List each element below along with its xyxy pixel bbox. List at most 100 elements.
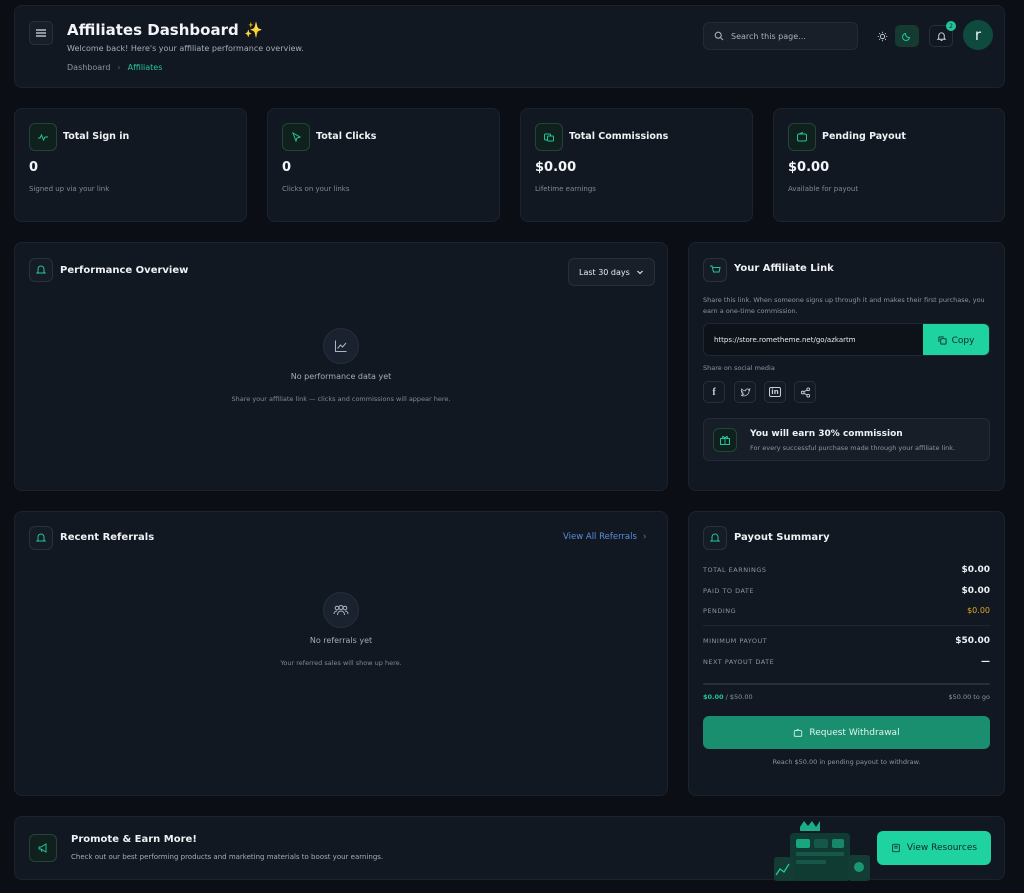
avatar[interactable]: r bbox=[963, 20, 993, 50]
payout-value: $50.00 bbox=[955, 636, 990, 646]
stat-title: Total Sign in bbox=[63, 131, 130, 142]
divider bbox=[703, 625, 990, 626]
coins-icon bbox=[535, 123, 563, 151]
breadcrumb: Dashboard › Affiliates bbox=[67, 63, 162, 72]
payout-value: — bbox=[981, 657, 990, 667]
payout-card: Payout Summary TOTAL EARNINGS $0.00 PAID… bbox=[688, 511, 1005, 796]
stat-subtitle: Signed up via your link bbox=[29, 185, 110, 193]
book-icon bbox=[892, 843, 900, 853]
chevron-right-icon: › bbox=[117, 63, 121, 72]
commission-title: You will earn 30% commission bbox=[750, 429, 903, 439]
users-icon bbox=[323, 592, 359, 628]
light-mode-button[interactable] bbox=[870, 25, 894, 47]
menu-icon bbox=[36, 29, 46, 37]
stat-title: Total Clicks bbox=[316, 131, 377, 142]
share-label: Share on social media bbox=[703, 364, 775, 372]
stat-subtitle: Lifetime earnings bbox=[535, 185, 596, 193]
stat-title: Pending Payout bbox=[822, 131, 906, 142]
sun-icon bbox=[877, 31, 887, 41]
megaphone-icon bbox=[29, 834, 57, 862]
pointer-icon bbox=[282, 123, 310, 151]
commission-subtitle: For every successful purchase made throu… bbox=[750, 444, 956, 452]
withdraw-label: Request Withdrawal bbox=[809, 727, 900, 738]
page-title: Affiliates Dashboard ✨ bbox=[67, 21, 263, 39]
performance-card: Performance Overview Last 30 days No per… bbox=[14, 242, 668, 491]
twitter-icon bbox=[740, 387, 750, 396]
notification-badge: 2 bbox=[946, 21, 956, 31]
performance-title: Performance Overview bbox=[60, 265, 189, 276]
payout-value: $0.00 bbox=[961, 565, 990, 575]
payout-label: MINIMUM PAYOUT bbox=[703, 637, 768, 645]
search-input[interactable] bbox=[731, 31, 841, 41]
payout-label: PENDING bbox=[703, 606, 737, 615]
progress-current: $0.00 bbox=[703, 693, 724, 701]
payout-progress-track bbox=[703, 683, 990, 685]
empty-subtitle: Share your affiliate link — clicks and c… bbox=[231, 395, 451, 403]
payout-label: TOTAL EARNINGS bbox=[703, 566, 767, 574]
stat-card-pending: Pending Payout $0.00 Available for payou… bbox=[773, 108, 1005, 222]
facebook-icon: f bbox=[712, 386, 716, 398]
commission-info: You will earn 30% commission For every s… bbox=[703, 418, 990, 461]
empty-subtitle: Your referred sales will show up here. bbox=[280, 659, 402, 667]
header-card: Affiliates Dashboard ✨ Welcome back! Her… bbox=[14, 5, 1005, 88]
payout-row-total-earnings: TOTAL EARNINGS $0.00 bbox=[703, 565, 990, 575]
view-all-referrals-link[interactable]: View All Referrals › bbox=[563, 532, 646, 542]
copy-icon bbox=[938, 336, 947, 345]
view-resources-button[interactable]: View Resources bbox=[877, 831, 991, 865]
menu-button[interactable] bbox=[29, 21, 53, 45]
share-facebook-button[interactable]: f bbox=[703, 381, 725, 403]
share-other-button[interactable] bbox=[794, 381, 816, 403]
progress-text: $0.00 / $50.00 bbox=[703, 693, 753, 701]
empty-title: No referrals yet bbox=[309, 636, 373, 645]
promo-illustration bbox=[774, 821, 870, 881]
page-subtitle: Welcome back! Here's your affiliate perf… bbox=[67, 44, 304, 53]
search-icon bbox=[714, 31, 724, 41]
progress-target: / $50.00 bbox=[725, 693, 753, 701]
stat-value: $0.00 bbox=[788, 160, 830, 175]
stat-card-commissions: Total Commissions $0.00 Lifetime earning… bbox=[520, 108, 753, 222]
gift-icon bbox=[713, 428, 737, 452]
stat-card-clicks: Total Clicks 0 Clicks on your links bbox=[267, 108, 500, 222]
date-range-value: Last 30 days bbox=[579, 267, 630, 277]
search-box[interactable] bbox=[703, 22, 858, 50]
bell-icon bbox=[29, 526, 53, 550]
payout-title: Payout Summary bbox=[734, 532, 830, 543]
line-chart-icon bbox=[323, 328, 359, 364]
stat-value: 0 bbox=[29, 160, 39, 175]
breadcrumb-affiliates: Affiliates bbox=[127, 63, 163, 72]
request-withdrawal-button[interactable]: Request Withdrawal bbox=[703, 716, 990, 749]
share-twitter-button[interactable] bbox=[734, 381, 756, 403]
affiliate-link-field[interactable]: https://store.rometheme.net/go/azkartm C… bbox=[703, 323, 990, 356]
copy-label: Copy bbox=[951, 335, 975, 346]
withdraw-note: Reach $50.00 in pending payout to withdr… bbox=[772, 758, 921, 766]
payout-row-pending: PENDING $0.00 bbox=[703, 606, 990, 615]
stat-title: Total Commissions bbox=[569, 131, 669, 142]
promo-title: Promote & Earn More! bbox=[71, 834, 197, 845]
date-range-select[interactable]: Last 30 days bbox=[568, 258, 655, 286]
cart-icon bbox=[703, 258, 727, 282]
bell-icon bbox=[29, 258, 53, 282]
stat-value: $0.00 bbox=[535, 160, 577, 175]
bell-icon bbox=[936, 31, 946, 41]
bell-icon bbox=[703, 526, 727, 550]
activity-icon bbox=[29, 123, 57, 151]
payout-label: NEXT PAYOUT DATE bbox=[703, 658, 775, 666]
dark-mode-button[interactable] bbox=[895, 25, 919, 47]
view-all-label: View All Referrals bbox=[563, 532, 637, 542]
breadcrumb-dashboard[interactable]: Dashboard bbox=[67, 63, 110, 72]
affiliate-link-url[interactable]: https://store.rometheme.net/go/azkartm bbox=[714, 336, 856, 344]
promo-card: Promote & Earn More! Check out our best … bbox=[14, 816, 1005, 881]
promo-subtitle: Check out our best performing products a… bbox=[71, 853, 384, 861]
payout-row-next-date: NEXT PAYOUT DATE — bbox=[703, 657, 990, 667]
payout-label: PAID TO DATE bbox=[703, 587, 755, 595]
payout-row-minimum: MINIMUM PAYOUT $50.00 bbox=[703, 636, 990, 646]
payout-row-paid-to-date: PAID TO DATE $0.00 bbox=[703, 586, 990, 596]
payout-value: $0.00 bbox=[961, 586, 990, 596]
affiliate-link-title: Your Affiliate Link bbox=[734, 263, 834, 274]
view-resources-label: View Resources bbox=[906, 843, 978, 853]
share-linkedin-button[interactable]: in bbox=[764, 381, 786, 403]
copy-button[interactable]: Copy bbox=[923, 324, 989, 355]
affiliate-link-card: Your Affiliate Link Share this link. Whe… bbox=[688, 242, 1005, 491]
wallet-icon bbox=[788, 123, 816, 151]
affiliate-link-description: Share this link. When someone signs up t… bbox=[703, 296, 985, 315]
